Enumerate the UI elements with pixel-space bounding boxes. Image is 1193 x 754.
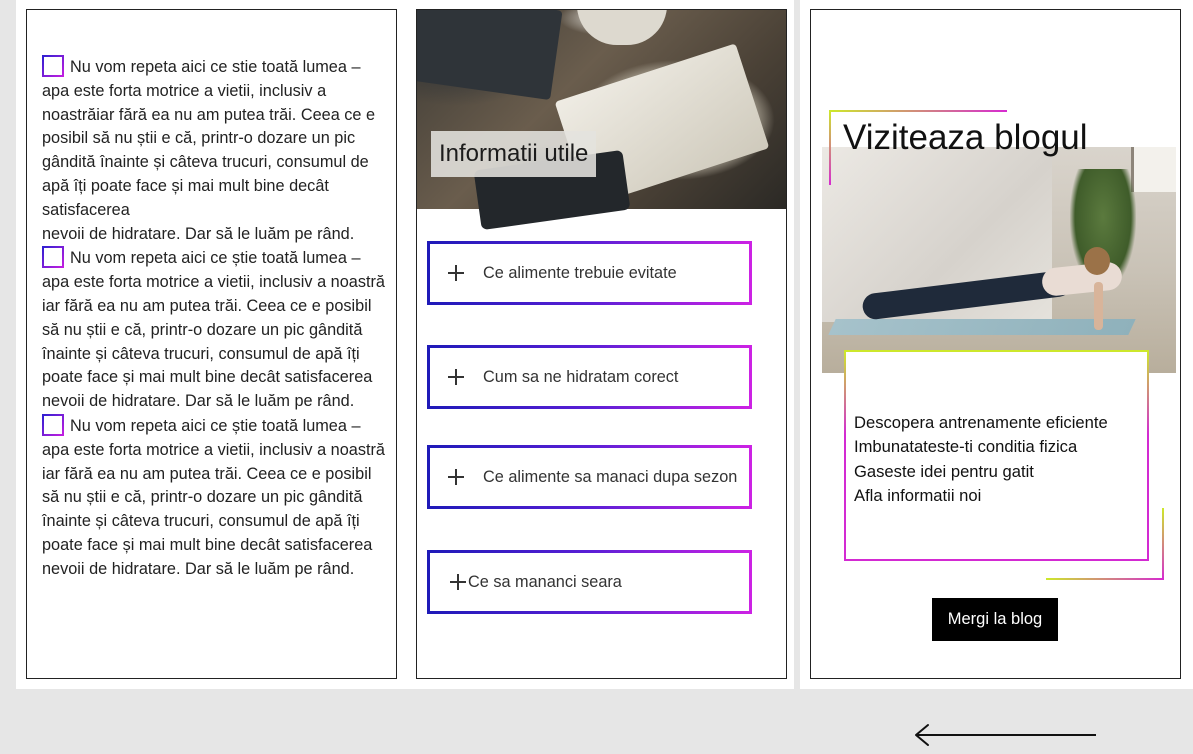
list-item: Descopera antrenamente eficiente <box>854 413 1108 432</box>
blog-title: Viziteaza blogul <box>843 118 1088 157</box>
text-panel: Nu vom repeta aici ce stie toată lumea –… <box>26 9 397 679</box>
accordion-item[interactable]: Cum sa ne hidratam corect <box>427 345 752 409</box>
yoga-photo <box>822 147 1176 373</box>
yoga-mat-shape <box>828 319 1136 335</box>
accordion-label: Ce alimente trebuie evitate <box>483 263 677 282</box>
blog-panel: Viziteaza blogul Descopera antrenamente … <box>810 9 1181 679</box>
back-arrow-icon[interactable] <box>912 722 1098 748</box>
accordion-label: Ce sa mananci seara <box>468 572 622 591</box>
torso-shape <box>1040 260 1124 298</box>
accordion-label: Ce alimente sa manaci dupa sezon <box>483 467 738 486</box>
plus-icon <box>448 369 464 385</box>
plus-icon <box>448 469 464 485</box>
accordion-label: Cum sa ne hidratam corect <box>483 367 679 386</box>
arm-shape <box>1094 282 1103 330</box>
list-item: Afla informatii noi <box>854 486 982 506</box>
accordion-item[interactable]: Ce alimente sa manaci dupa sezon <box>427 445 752 509</box>
notebook-shape <box>417 10 563 101</box>
hero-title: Informatii utile <box>431 131 597 177</box>
text-body: Nu vom repeta aici ce stie toată lumea –… <box>42 55 387 582</box>
frame-corner-bottom <box>1162 508 1164 580</box>
frame-corner-top-line <box>829 110 1007 112</box>
paragraph: Nu vom repeta aici ce stie toată lumea –… <box>42 55 387 246</box>
accordion-item[interactable]: Ce alimente trebuie evitate <box>427 241 752 305</box>
frame-corner-top <box>829 110 831 185</box>
list-item: Gaseste idei pentru gatit <box>854 461 1034 481</box>
list-item: Imbunatateste-ti conditia fizica <box>854 437 1078 457</box>
plus-icon <box>450 574 466 590</box>
accordion-item[interactable]: Ce sa mananci seara <box>427 550 752 614</box>
benefits-list: Descopera antrenamente eficiente Imbunat… <box>854 411 1108 509</box>
head-shape <box>1084 247 1110 275</box>
plus-icon <box>448 265 464 281</box>
checkbox-icon[interactable] <box>42 55 64 77</box>
window-shape <box>1131 147 1176 192</box>
frame-corner-bottom-line <box>1046 578 1164 580</box>
go-to-blog-button[interactable]: Mergi la blog <box>932 598 1058 641</box>
info-panel: Informatii utile Ce alimente trebuie evi… <box>416 9 787 679</box>
paragraph: Nu vom repeta aici ce știe toată lumea –… <box>42 413 387 582</box>
paragraph: Nu vom repeta aici ce știe toată lumea –… <box>42 246 387 414</box>
checkbox-icon[interactable] <box>42 246 64 269</box>
hero-image: Informatii utile <box>417 10 786 231</box>
checkbox-icon[interactable] <box>42 413 64 436</box>
cup-shape <box>577 10 667 45</box>
